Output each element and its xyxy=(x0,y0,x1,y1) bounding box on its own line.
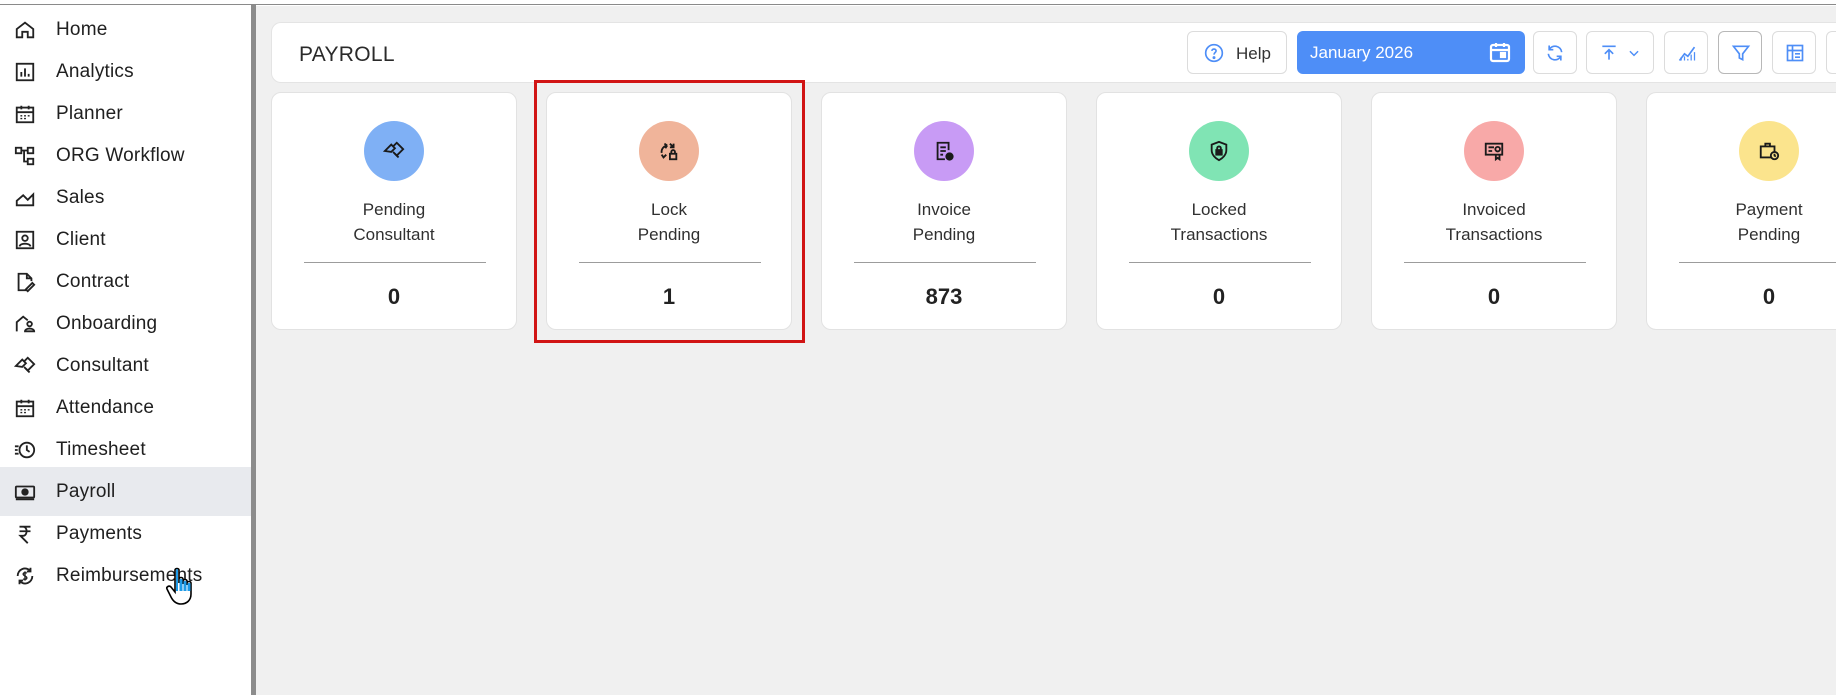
card-title: Locked Transactions xyxy=(1097,197,1341,247)
card-title: Pending Consultant xyxy=(272,197,516,247)
highlight-box xyxy=(534,80,805,343)
onboarding-icon xyxy=(14,313,36,335)
sidebar-item-label: Analytics xyxy=(56,60,134,82)
card-title-line: Payment xyxy=(1735,200,1803,219)
refresh-icon xyxy=(1547,45,1563,61)
sidebar-item-label: Consultant xyxy=(56,354,149,376)
card-title-line: Pending xyxy=(362,200,426,219)
handshake-icon xyxy=(14,355,36,377)
page-header: PAYROLL Help January 2026 xyxy=(271,22,1836,83)
sidebar-item-label: Contract xyxy=(56,270,130,292)
month-picker[interactable]: January 2026 xyxy=(1297,31,1525,74)
card-value: 0 xyxy=(1762,284,1776,309)
sidebar-item-label: Client xyxy=(56,228,106,250)
card-icon-circle xyxy=(1739,121,1799,181)
sidebar-item-label: Timesheet xyxy=(56,438,146,460)
analytics-icon xyxy=(14,61,36,83)
card-title: Invoice Pending xyxy=(822,197,1066,247)
sales-chart-icon xyxy=(14,187,36,209)
clock-icon xyxy=(14,439,36,461)
card-divider xyxy=(304,262,486,263)
card-title-line: Consultant xyxy=(353,225,435,244)
client-icon xyxy=(14,229,36,251)
contract-icon xyxy=(14,271,36,293)
filter-icon xyxy=(1731,45,1751,62)
calendar-icon xyxy=(14,103,36,125)
invoice-icon xyxy=(936,141,954,161)
card-title: Payment Pending xyxy=(1647,197,1836,247)
briefcase-clock-icon xyxy=(1759,142,1780,161)
card-title: Invoiced Transactions xyxy=(1372,197,1616,247)
chart-button[interactable] xyxy=(1664,31,1708,74)
sidebar-item-label: Home xyxy=(56,18,108,40)
sidebar: Home Analytics Planner ORG Workflow Sale… xyxy=(0,5,251,695)
calendar-icon[interactable] xyxy=(1488,40,1512,64)
page-title: PAYROLL xyxy=(299,43,395,66)
sidebar-item-label: Payments xyxy=(56,522,143,544)
card-invoiced-transactions[interactable]: Invoiced Transactions 0 xyxy=(1371,92,1617,330)
upload-icon xyxy=(1602,45,1616,60)
main-content: PAYROLL Help January 2026 Pending Consul… xyxy=(256,6,1836,695)
card-title-line: Invoice xyxy=(917,200,971,219)
card-title-line: Pending xyxy=(912,225,976,244)
table-icon xyxy=(1786,44,1804,62)
card-icon-circle xyxy=(364,121,424,181)
refresh-button[interactable] xyxy=(1533,31,1577,74)
chevron-down-icon xyxy=(1629,50,1639,57)
card-title-line: Invoiced xyxy=(1462,200,1526,219)
home-icon xyxy=(14,19,36,41)
card-value: 0 xyxy=(1212,284,1226,309)
app-window: Home Analytics Planner ORG Workflow Sale… xyxy=(0,0,1836,695)
card-icon-circle xyxy=(914,121,974,181)
help-button[interactable]: Help xyxy=(1187,31,1287,74)
card-value: 0 xyxy=(387,284,401,309)
payroll-icon xyxy=(14,481,36,503)
card-divider xyxy=(854,262,1036,263)
card-pending-consultant[interactable]: Pending Consultant 0 xyxy=(271,92,517,330)
card-title-line: Locked xyxy=(1191,200,1247,219)
card-title-line: Transactions xyxy=(1445,225,1543,244)
reimbursement-icon xyxy=(14,565,36,587)
sidebar-item-label: Sales xyxy=(56,186,105,208)
list-view-button[interactable] xyxy=(1826,31,1836,74)
chart-icon xyxy=(1678,46,1696,61)
card-icon-circle xyxy=(1464,121,1524,181)
sidebar-item-reimbursements[interactable]: Reimbursements xyxy=(0,551,251,600)
rupee-icon xyxy=(14,523,36,545)
sidebar-item-label: ORG Workflow xyxy=(56,144,185,166)
filter-button[interactable] xyxy=(1718,31,1762,74)
card-value: 0 xyxy=(1487,284,1501,309)
sidebar-item-label: Payroll xyxy=(56,480,116,502)
card-title-line: Pending xyxy=(1737,225,1801,244)
card-divider xyxy=(1129,262,1311,263)
hand-cursor-icon xyxy=(166,567,192,605)
workflow-icon xyxy=(14,145,36,167)
month-picker-value: January 2026 xyxy=(1310,43,1414,62)
help-button-label: Help xyxy=(1236,44,1271,63)
table-view-button[interactable] xyxy=(1772,31,1816,74)
window-top-border xyxy=(0,0,1836,5)
invoice-money-icon xyxy=(1484,142,1504,162)
shield-lock-icon xyxy=(1210,140,1228,162)
card-divider xyxy=(1679,262,1836,263)
calendar-icon xyxy=(14,397,36,419)
card-title-line: Transactions xyxy=(1170,225,1268,244)
sidebar-item-label: Planner xyxy=(56,102,123,124)
export-button[interactable] xyxy=(1586,31,1654,74)
card-value: 873 xyxy=(925,284,963,309)
question-icon xyxy=(1204,43,1224,63)
card-icon-circle xyxy=(1189,121,1249,181)
handshake-icon xyxy=(383,141,405,159)
sidebar-item-label: Onboarding xyxy=(56,312,158,334)
card-divider xyxy=(1404,262,1586,263)
card-invoice-pending[interactable]: Invoice Pending 873 xyxy=(821,92,1067,330)
sidebar-item-label: Attendance xyxy=(56,396,155,418)
card-payment-pending[interactable]: Payment Pending 0 xyxy=(1646,92,1836,330)
card-locked-transactions[interactable]: Locked Transactions 0 xyxy=(1096,92,1342,330)
